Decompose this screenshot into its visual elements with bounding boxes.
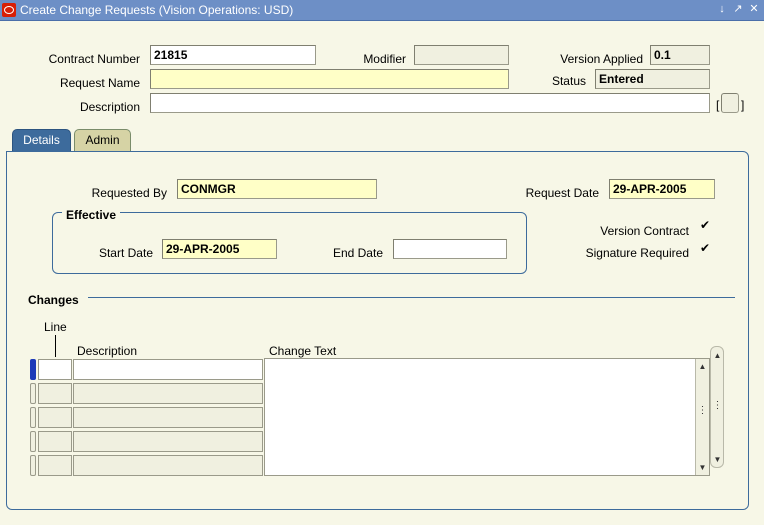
column-header-line: Line: [44, 320, 67, 334]
bracket-right: ]: [741, 98, 745, 112]
description-field[interactable]: [150, 93, 710, 113]
description-label: Description: [79, 100, 140, 114]
status-label: Status: [551, 74, 586, 88]
start-date-label: Start Date: [98, 246, 153, 260]
request-date-label: Request Date: [525, 186, 599, 200]
change-text-scrollbar[interactable]: ▲ ⋮ ▼: [695, 359, 709, 475]
scroll-thumb-grip-icon[interactable]: ⋮: [696, 404, 709, 417]
requested-by-field[interactable]: CONMGR: [177, 179, 377, 199]
modifier-field[interactable]: [414, 45, 509, 65]
modifier-label: Modifier: [363, 52, 406, 66]
row-indicator[interactable]: [30, 431, 36, 452]
effective-group-title: Effective: [62, 208, 121, 222]
row-indicator[interactable]: [30, 383, 36, 404]
block-scrollbar[interactable]: ▲ ⋮ ▼: [710, 346, 724, 468]
version-contract-label: Version Contract: [600, 224, 689, 238]
line-cell[interactable]: [38, 431, 72, 452]
scroll-down-arrow-icon[interactable]: ▼: [696, 461, 709, 474]
line-header-connector: [55, 335, 56, 357]
oracle-logo-icon: [2, 3, 16, 17]
window-title: Create Change Requests (Vision Operation…: [20, 3, 294, 17]
row-indicator[interactable]: [30, 407, 36, 428]
line-cell[interactable]: [38, 383, 72, 404]
tab-details[interactable]: Details: [12, 129, 71, 151]
version-applied-field[interactable]: 0.1: [650, 45, 710, 65]
changes-section-title: Changes: [28, 293, 79, 307]
tab-admin[interactable]: Admin: [74, 129, 131, 151]
end-date-field[interactable]: [393, 239, 507, 259]
status-field[interactable]: Entered: [595, 69, 710, 89]
scroll-up-arrow-icon[interactable]: ▲: [696, 360, 709, 373]
column-header-change-text: Change Text: [269, 344, 337, 358]
line-cell[interactable]: [38, 359, 72, 380]
description-cell[interactable]: [73, 431, 263, 452]
changes-section-divider: [88, 297, 735, 298]
contract-number-field[interactable]: 21815: [150, 45, 316, 65]
description-cell[interactable]: [73, 359, 263, 380]
requested-by-label: Requested By: [91, 186, 167, 200]
request-name-label: Request Name: [59, 76, 140, 90]
block-scroll-thumb-grip-icon[interactable]: ⋮: [711, 399, 724, 412]
description-cell[interactable]: [73, 383, 263, 404]
line-cell[interactable]: [38, 455, 72, 476]
bracket-left: [: [716, 98, 720, 112]
close-icon[interactable]: ✕: [748, 2, 760, 16]
maximize-icon[interactable]: ↗: [732, 2, 744, 16]
change-text-area[interactable]: ▲ ⋮ ▼: [264, 358, 710, 476]
descriptive-flexfield-button[interactable]: [721, 93, 739, 113]
request-name-field[interactable]: [150, 69, 509, 89]
version-applied-label: Version Applied: [560, 52, 643, 66]
request-date-field[interactable]: 29-APR-2005: [609, 179, 715, 199]
signature-required-checkbox[interactable]: ✔: [700, 242, 711, 254]
window-titlebar: Create Change Requests (Vision Operation…: [0, 0, 764, 21]
description-cell[interactable]: [73, 455, 263, 476]
description-cell[interactable]: [73, 407, 263, 428]
column-header-description: Description: [77, 344, 138, 358]
row-indicator-current[interactable]: [30, 359, 36, 380]
version-contract-checkbox[interactable]: ✔: [700, 219, 711, 231]
end-date-label: End Date: [332, 246, 383, 260]
block-scroll-up-arrow-icon[interactable]: ▲: [711, 349, 724, 362]
line-cell[interactable]: [38, 407, 72, 428]
block-scroll-down-arrow-icon[interactable]: ▼: [711, 453, 724, 466]
signature-required-label: Signature Required: [585, 246, 689, 260]
contract-number-label: Contract Number: [48, 52, 140, 66]
row-indicator[interactable]: [30, 455, 36, 476]
minimize-icon[interactable]: ↓: [716, 2, 728, 16]
start-date-field[interactable]: 29-APR-2005: [162, 239, 277, 259]
